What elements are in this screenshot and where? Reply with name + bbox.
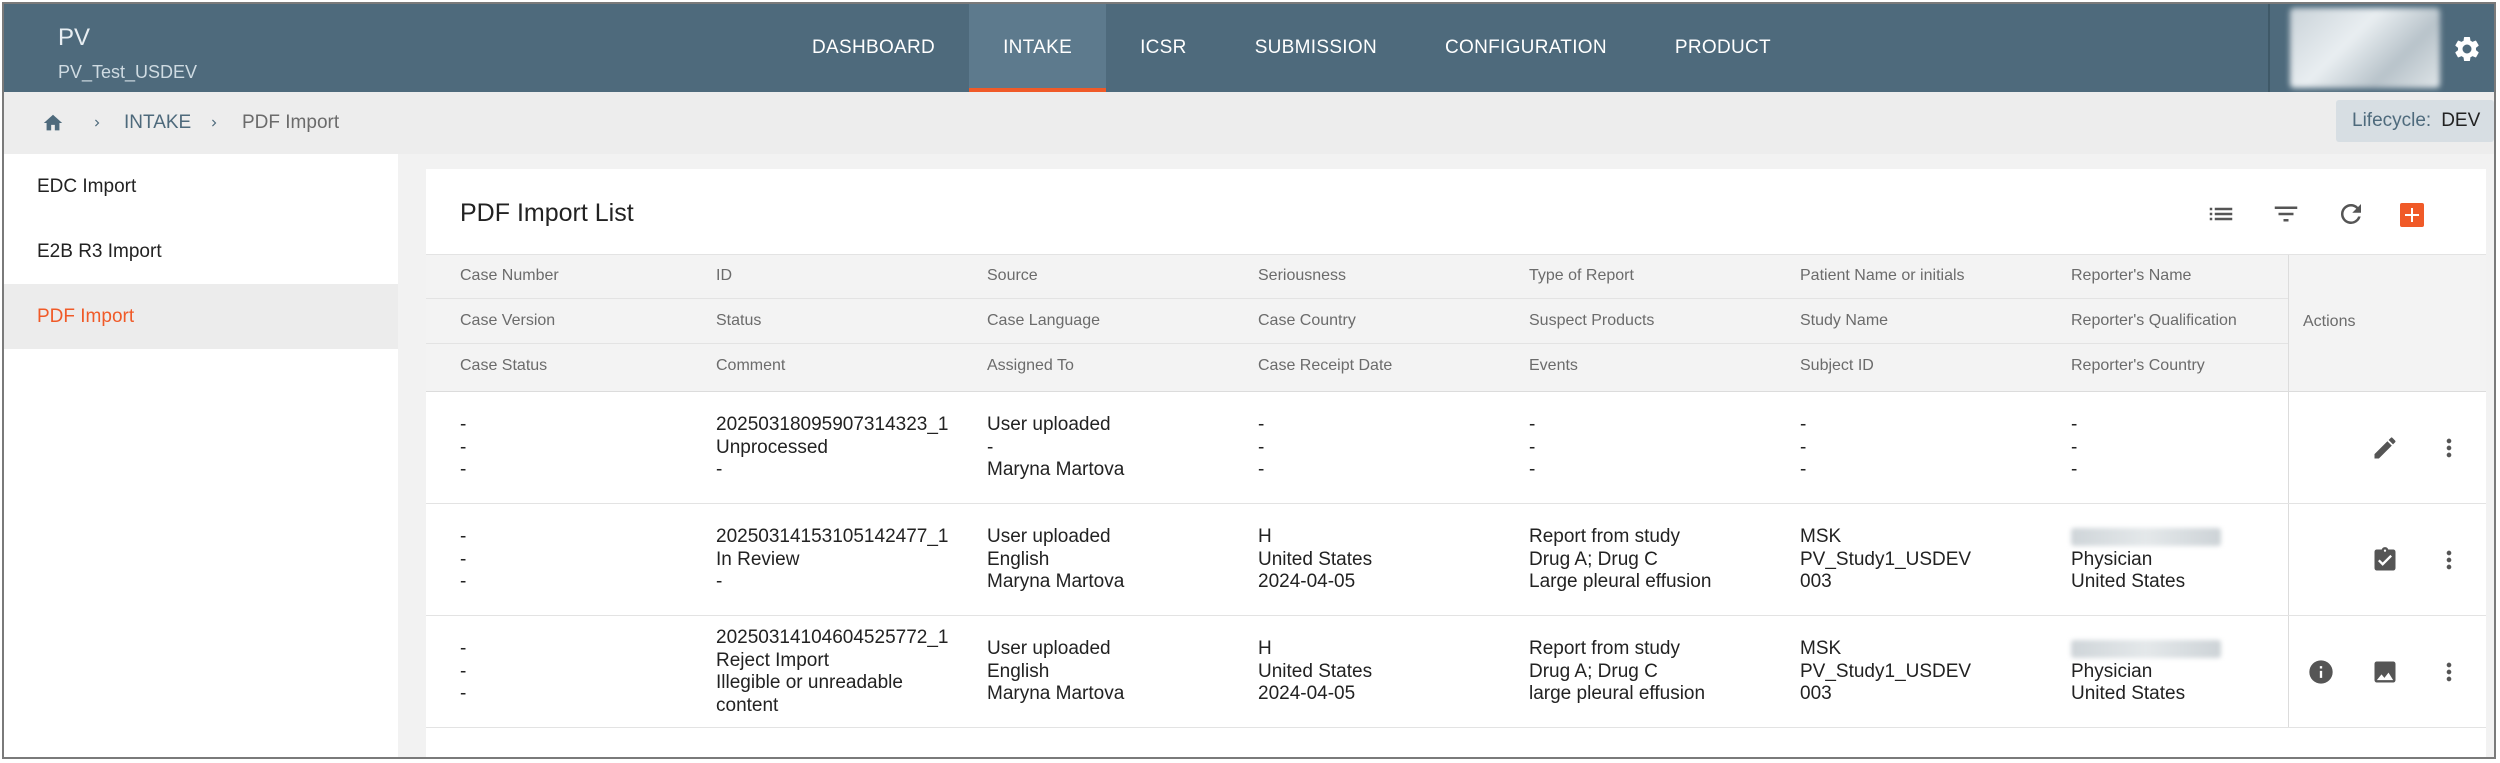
- header-row-3: Case Status Comment Assigned To Case Rec…: [426, 345, 2288, 389]
- cell-case-info: ---: [460, 414, 467, 480]
- column-header[interactable]: Events: [1529, 357, 1578, 375]
- image-icon[interactable]: [2371, 658, 2399, 686]
- column-header[interactable]: Assigned To: [987, 357, 1074, 375]
- column-header[interactable]: Reporter's Name: [2071, 267, 2191, 285]
- chevron-right-icon: [95, 119, 100, 127]
- cell-patient: ---: [1800, 414, 1807, 480]
- sidebar-item-edc-import[interactable]: EDC Import: [4, 154, 398, 219]
- column-header[interactable]: Comment: [716, 357, 785, 375]
- row-actions: [2288, 504, 2486, 615]
- column-header[interactable]: Reporter's Country: [2071, 357, 2205, 375]
- nav-configuration[interactable]: CONFIGURATION: [1411, 4, 1641, 92]
- cell-seriousness: H United States 2024-04-05: [1258, 638, 1373, 704]
- cell-seriousness: ---: [1258, 414, 1265, 480]
- edit-icon[interactable]: [2371, 434, 2399, 462]
- column-header[interactable]: Suspect Products: [1529, 312, 1654, 330]
- row-actions: [2288, 392, 2486, 503]
- column-header[interactable]: Case Number: [460, 267, 559, 285]
- breadcrumb: INTAKE PDF Import Lifecycle: DEV: [4, 92, 2494, 154]
- redacted-reporter-name: [2071, 639, 2221, 658]
- sidebar-item-pdf-import[interactable]: PDF Import: [4, 284, 398, 349]
- cell-case-info: ---: [460, 526, 467, 592]
- main-nav: DASHBOARD INTAKE ICSR SUBMISSION CONFIGU…: [778, 4, 1805, 92]
- sidebar: EDC Import E2B R3 Import PDF Import: [4, 154, 398, 757]
- home-icon[interactable]: [42, 112, 64, 134]
- more-vert-icon[interactable]: [2435, 546, 2463, 574]
- add-button[interactable]: [2400, 203, 2424, 227]
- nav-icsr[interactable]: ICSR: [1106, 4, 1221, 92]
- table-row[interactable]: --- 20250314104604525772_1 Reject Import I…: [426, 616, 2486, 728]
- cell-id-status: 20250314153105142477_1 In Review -: [716, 526, 949, 592]
- add-icon: [2405, 208, 2419, 222]
- cell-patient: MSK PV_Study1_USDEV 003: [1800, 638, 1972, 704]
- nav-dashboard[interactable]: DASHBOARD: [778, 4, 969, 92]
- more-vert-icon[interactable]: [2435, 658, 2463, 686]
- cell-report-type: Report from study Drug A; Drug Clarge ple…: [1529, 638, 1706, 704]
- chevron-right-icon: [212, 119, 217, 127]
- table-row[interactable]: --- 20250314153105142477_1 In Review - Use…: [426, 504, 2486, 616]
- table-row[interactable]: --- 20250318095907314323_1 Unprocessed - U…: [426, 392, 2486, 504]
- cell-report-type: Report from study Drug A; Drug C Large ple…: [1529, 526, 1712, 592]
- cell-patient: MSK PV_Study1_USDEV 003: [1800, 526, 1972, 592]
- table-header: Case Number ID Source Seriousness Type o…: [426, 254, 2486, 392]
- column-header[interactable]: Status: [716, 312, 761, 330]
- topbar-divider: [2268, 4, 2270, 92]
- list-icon[interactable]: [2206, 199, 2236, 229]
- column-header[interactable]: Case Receipt Date: [1258, 357, 1392, 375]
- app-title: PV: [58, 24, 91, 51]
- nav-product[interactable]: PRODUCT: [1641, 4, 1805, 92]
- lifecycle-value: DEV: [2441, 110, 2481, 131]
- top-bar: PV PV_Test_USDEV DASHBOARD INTAKE ICSR S…: [4, 4, 2494, 92]
- column-header[interactable]: Case Status: [460, 357, 547, 375]
- user-avatar[interactable]: [2290, 8, 2440, 88]
- cell-reporter: Physician United States: [2071, 638, 2221, 706]
- sidebar-item-e2b-r3-import[interactable]: E2B R3 Import: [4, 219, 398, 284]
- column-header[interactable]: Type of Report: [1529, 267, 1634, 285]
- app-subtitle: PV_Test_USDEV: [58, 62, 198, 82]
- column-header[interactable]: Seriousness: [1258, 267, 1346, 285]
- column-header[interactable]: Reporter's Qualification: [2071, 312, 2237, 330]
- nav-intake[interactable]: INTAKE: [969, 4, 1107, 92]
- gear-icon[interactable]: [2452, 34, 2482, 64]
- redacted-reporter-name: [2071, 527, 2221, 546]
- cell-id-status: 20250314104604525772_1 Reject Import Illeg…: [716, 627, 949, 716]
- filter-icon[interactable]: [2271, 199, 2301, 229]
- breadcrumb-current: PDF Import: [242, 112, 340, 133]
- lifecycle-label: Lifecycle:: [2352, 110, 2432, 131]
- info-icon[interactable]: [2307, 658, 2335, 686]
- header-row-1: Case Number ID Source Seriousness Type o…: [426, 255, 2288, 299]
- cell-source: User uploaded - Maryna Martova: [987, 414, 1125, 480]
- cell-id-status: 20250318095907314323_1 Unprocessed -: [716, 414, 949, 480]
- app-window: PV PV_Test_USDEV DASHBOARD INTAKE ICSR S…: [2, 2, 2496, 759]
- lifecycle-badge: Lifecycle: DEV: [2336, 100, 2494, 142]
- column-header[interactable]: Study Name: [1800, 312, 1888, 330]
- nav-submission[interactable]: SUBMISSION: [1221, 4, 1411, 92]
- row-actions: [2288, 616, 2486, 727]
- breadcrumb-intake[interactable]: INTAKE: [124, 112, 191, 134]
- column-header[interactable]: Case Version: [460, 312, 555, 330]
- more-vert-icon[interactable]: [2435, 434, 2463, 462]
- cell-case-info: ---: [460, 638, 467, 704]
- cell-report-type: ---: [1529, 414, 1536, 480]
- column-header[interactable]: ID: [716, 267, 732, 285]
- page-title: PDF Import List: [460, 199, 634, 227]
- cell-source: User uploaded English Maryna Martova: [987, 638, 1125, 704]
- pdf-import-list-card: PDF Import List Case Number ID Source Se…: [426, 169, 2486, 757]
- column-header[interactable]: Case Country: [1258, 312, 1356, 330]
- clipboard-check-icon[interactable]: [2371, 546, 2399, 574]
- column-header[interactable]: Patient Name or initials: [1800, 267, 1965, 285]
- cell-reporter: ---: [2071, 414, 2078, 480]
- column-header[interactable]: Subject ID: [1800, 357, 1874, 375]
- cell-source: User uploaded English Maryna Martova: [987, 526, 1125, 592]
- column-header[interactable]: Source: [987, 267, 1038, 285]
- header-row-2: Case Version Status Case Language Case C…: [426, 300, 2288, 344]
- column-header[interactable]: Case Language: [987, 312, 1100, 330]
- cell-seriousness: H United States 2024-04-05: [1258, 526, 1373, 592]
- actions-column-header: Actions: [2288, 255, 2486, 392]
- refresh-icon[interactable]: [2336, 199, 2366, 229]
- cell-reporter: Physician United States: [2071, 526, 2221, 594]
